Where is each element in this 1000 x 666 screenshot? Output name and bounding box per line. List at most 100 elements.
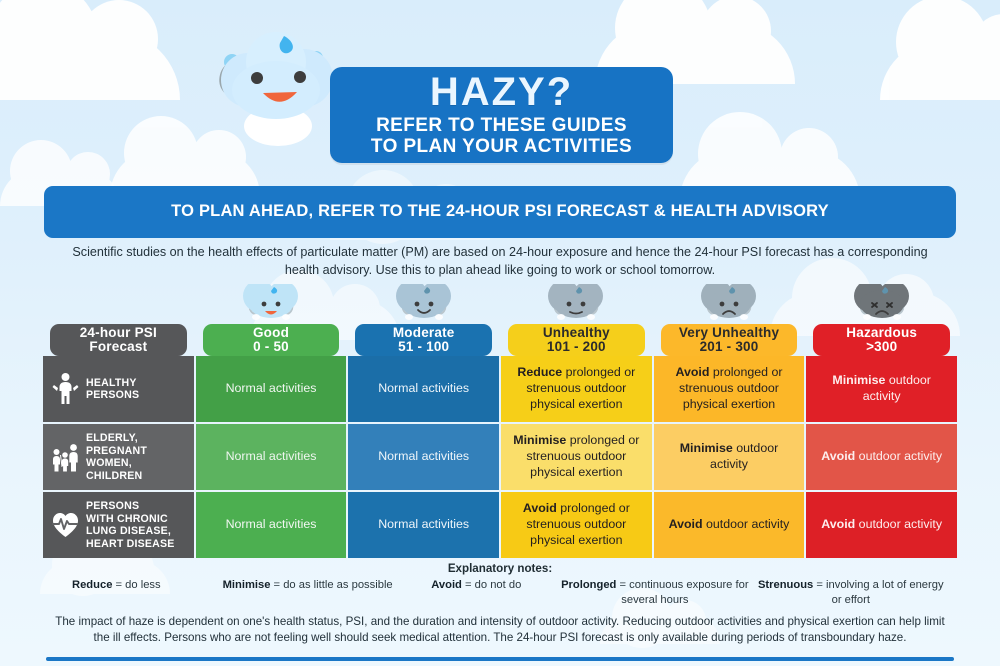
explanatory-note-term: Prolonged <box>561 579 617 591</box>
sad-cloud-icon <box>700 280 758 324</box>
advisory-cell-text: Normal activities <box>378 517 470 532</box>
row-header-cell: ELDERLY, PREGNANT WOMEN, CHILDREN <box>43 424 194 490</box>
explanatory-note: Avoid = do not do <box>394 578 558 607</box>
family-group-icon <box>52 440 79 474</box>
advisory-cell: Reduce prolonged or strenuous outdoor ph… <box>501 356 652 422</box>
advisory-cell: Normal activities <box>195 492 347 558</box>
explanatory-note: Minimise = do as little as possible <box>221 578 395 607</box>
psi-band-name: Unhealthy <box>542 324 610 340</box>
advisory-cell-text: Normal activities <box>225 517 317 532</box>
psi-band-pill: Hazardous >300 <box>813 324 951 356</box>
explanatory-note-definition: = do less <box>112 579 161 591</box>
hero-subtitle-line1: REFER TO THESE GUIDES <box>376 114 627 136</box>
advisory-cell: Normal activities <box>348 356 499 422</box>
unhappy-dark-cloud-icon <box>853 280 911 324</box>
psi-band-range: 101 - 200 <box>546 339 606 354</box>
infographic-page: HAZY? REFER TO THESE GUIDES TO PLAN YOUR… <box>0 0 1000 666</box>
happy-cloud-icon <box>242 280 300 324</box>
bottom-divider <box>46 657 954 661</box>
background-cloud <box>0 0 180 100</box>
psi-band-name: Hazardous <box>846 324 918 340</box>
explanatory-notes-list: Reduce = do less Minimise = do as little … <box>50 578 950 607</box>
hero-subtitle-line2: TO PLAN YOUR ACTIVITIES <box>370 136 633 157</box>
heart-pulse-icon <box>52 508 79 542</box>
row-header-cell: HEALTHY PERSONS <box>43 356 194 422</box>
advisory-cell: Avoid prolonged or strenuous outdoor phy… <box>653 356 805 422</box>
intro-paragraph: Scientific studies on the health effects… <box>72 245 928 277</box>
advisory-cell: Avoid outdoor activity <box>653 492 805 558</box>
psi-band-header-good[interactable]: Good 0 - 50 <box>196 280 347 356</box>
corner-header-line1: 24-hour PSI <box>79 324 157 340</box>
advisory-cell-text: Avoid outdoor activity <box>821 517 943 532</box>
explanatory-note: Reduce = do less <box>50 578 221 607</box>
advisory-cell: Normal activities <box>348 492 499 558</box>
advisory-cell-text: Avoid outdoor activity <box>821 449 943 464</box>
psi-band-pill: Very Unhealthy 201 - 300 <box>660 324 798 356</box>
advisory-cell: Avoid prolonged or strenuous outdoor phy… <box>501 492 652 558</box>
advisory-cell-text: Normal activities <box>225 449 317 464</box>
advisory-cell-text: Minimise prolonged or strenuous outdoor … <box>513 433 640 479</box>
explanatory-note-definition: = do not do <box>461 579 522 591</box>
smiling-cloud-icon <box>395 280 453 324</box>
section-banner-text: TO PLAN AHEAD, REFER TO THE 24-HOUR PSI … <box>171 202 829 221</box>
person-flexing-icon <box>52 372 79 406</box>
hero-title-main: HAZY? <box>429 69 574 114</box>
explanatory-note: Strenuous = involving a lot of energy or… <box>752 578 950 607</box>
neutral-cloud-icon <box>547 280 605 324</box>
advisory-cell-text: Normal activities <box>225 381 317 396</box>
table-header-row: 24-hour PSI Forecast Good 0 - 50 Moderate 51 … <box>43 280 957 356</box>
advisory-cell: Avoid outdoor activity <box>806 492 957 558</box>
advisory-cell: Minimise outdoor activity <box>806 356 957 422</box>
explanatory-note-term: Strenuous <box>757 579 814 591</box>
table-row: ELDERLY, PREGNANT WOMEN, CHILDREN Normal act… <box>43 424 957 490</box>
background-cloud <box>880 0 1000 100</box>
row-header-label: PERSONS WITH CHRONIC LUNG DISEASE, HEART DI… <box>86 500 175 550</box>
table-corner-header-cell: 24-hour PSI Forecast <box>43 314 194 356</box>
explanatory-note: Prolonged = continuous exposure for seve… <box>558 578 751 607</box>
psi-band-pill: Unhealthy 101 - 200 <box>508 324 645 356</box>
psi-band-range: >300 <box>866 339 898 354</box>
advisory-cell: Normal activities <box>348 424 499 490</box>
explanatory-note-definition: = involving a lot of energy or effort <box>813 579 944 606</box>
corner-header-line2: Forecast <box>89 339 148 354</box>
psi-band-name: Good <box>252 324 290 340</box>
explanatory-note-term: Minimise <box>222 579 271 591</box>
advisory-cell-text: Avoid prolonged or strenuous outdoor phy… <box>522 501 630 547</box>
explanatory-note-term: Reduce <box>72 579 113 591</box>
psi-band-pill: Moderate 51 - 100 <box>355 324 493 356</box>
psi-band-header-hazardous[interactable]: Hazardous >300 <box>806 280 957 356</box>
advisory-cell-text: Normal activities <box>378 449 470 464</box>
section-banner: TO PLAN AHEAD, REFER TO THE 24-HOUR PSI … <box>44 186 956 238</box>
advisory-cell: Minimise outdoor activity <box>653 424 805 490</box>
advisory-cell-text: Minimise outdoor activity <box>832 373 931 403</box>
row-header-cell: PERSONS WITH CHRONIC LUNG DISEASE, HEART DI… <box>43 492 194 558</box>
explanatory-note-term: Avoid <box>431 579 462 591</box>
advisory-cell: Normal activities <box>195 356 347 422</box>
psi-band-header-unhealthy[interactable]: Unhealthy 101 - 200 <box>501 280 652 356</box>
advisory-cell-text: Avoid prolonged or strenuous outdoor phy… <box>675 365 783 411</box>
psi-band-range: 201 - 300 <box>699 339 759 354</box>
advisory-cell-text: Reduce prolonged or strenuous outdoor ph… <box>517 365 636 411</box>
advisory-cell-text: Normal activities <box>378 381 470 396</box>
psi-band-header-moderate[interactable]: Moderate 51 - 100 <box>348 280 499 356</box>
corner-header-pill: 24-hour PSI Forecast <box>50 324 187 356</box>
psi-band-pill: Good 0 - 50 <box>202 324 340 356</box>
advisory-cell-text: Minimise outdoor activity <box>679 441 779 471</box>
row-header-label: ELDERLY, PREGNANT WOMEN, CHILDREN <box>86 432 148 482</box>
row-header-label: HEALTHY PERSONS <box>86 376 140 402</box>
psi-band-header-very-unhealthy[interactable]: Very Unhealthy 201 - 300 <box>654 280 805 356</box>
advisory-cell: Avoid outdoor activity <box>806 424 957 490</box>
psi-band-range: 51 - 100 <box>398 339 450 354</box>
explanatory-note-definition: = do as little as possible <box>270 579 393 591</box>
advisory-cell: Minimise prolonged or strenuous outdoor … <box>501 424 652 490</box>
table-row: PERSONS WITH CHRONIC LUNG DISEASE, HEART DI… <box>43 492 957 558</box>
advisory-cell-text: Avoid outdoor activity <box>668 517 790 532</box>
psi-advisory-table: 24-hour PSI Forecast Good 0 - 50 Moderate 51 … <box>43 280 957 558</box>
hero-title-card: HAZY? REFER TO THESE GUIDES TO PLAN YOUR… <box>330 67 673 163</box>
advisory-cell: Normal activities <box>195 424 347 490</box>
psi-band-name: Moderate <box>392 324 455 340</box>
footer-disclaimer: The impact of haze is dependent on one's… <box>55 615 945 645</box>
explanatory-notes-title: Explanatory notes: <box>447 562 553 575</box>
psi-band-range: 0 - 50 <box>253 339 289 354</box>
explanatory-note-definition: = continuous exposure for several hours <box>616 579 749 606</box>
